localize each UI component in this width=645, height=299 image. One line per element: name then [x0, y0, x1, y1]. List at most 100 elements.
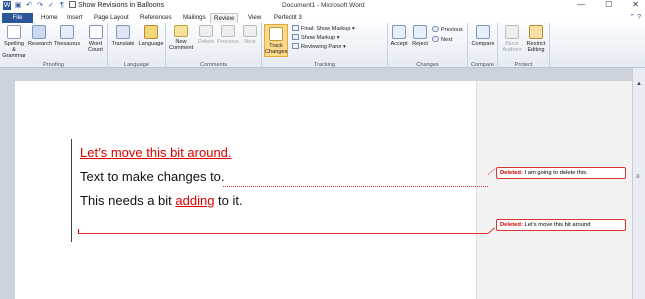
ribbon: Spelling & Grammar Research Thesaurus Wo… [0, 23, 645, 68]
final-show-markup-label: Final: Show Markup [301, 26, 351, 32]
deleted-balloon-2[interactable]: Deleted: Let’s move this bit around [496, 219, 626, 231]
language-icon [144, 25, 158, 39]
moved-deleted-text: Let’s move this bit around. [80, 145, 232, 160]
word-count-button[interactable]: Word Count [85, 25, 106, 53]
tab-perfectit[interactable]: Perfectit 3 [271, 13, 305, 23]
spelling-label: Spelling & Grammar [2, 41, 26, 59]
tab-home[interactable]: Home [38, 13, 61, 23]
balloon-1-label: Deleted: [500, 170, 523, 176]
group-compare: Compare Compare [468, 23, 498, 68]
reviewing-pane-label: Reviewing Pane [301, 44, 342, 50]
spellcheck-icon[interactable]: ✓ [47, 1, 55, 10]
accept-icon [392, 25, 406, 39]
compare-icon [476, 25, 490, 39]
spelling-grammar-button[interactable]: Spelling & Grammar [2, 25, 26, 59]
block-authors-icon [505, 25, 519, 39]
previous-change-label: Previous [441, 27, 463, 33]
balloon-2-text: Let’s move this bit around [524, 222, 591, 228]
track-changes-label: Track Changes [265, 43, 288, 55]
thesaurus-label: Thesaurus [53, 41, 81, 47]
help-icon[interactable]: ? [637, 14, 641, 21]
next-comment-button[interactable]: Next [241, 25, 259, 45]
minimize-button[interactable]: — [577, 0, 585, 9]
block-authors-label: Block Authors [502, 41, 522, 53]
change-bar [71, 139, 72, 242]
translate-button[interactable]: Translate [110, 25, 136, 47]
new-comment-icon [174, 25, 188, 37]
track-changes-icon [269, 27, 283, 41]
document-line-3[interactable]: This needs a bit adding to it. [80, 193, 243, 208]
next-comment-icon [243, 25, 257, 37]
reviewing-pane-dropdown[interactable]: Reviewing Pane ▾ [292, 43, 346, 50]
document-line-1[interactable]: Let’s move this bit around. [80, 145, 232, 160]
vertical-scrollbar[interactable]: ▲ ≡ [632, 68, 645, 299]
scroll-up-icon[interactable]: ▲ [636, 81, 642, 87]
tab-view[interactable]: View [245, 13, 264, 23]
group-protect: Block Authors Restrict Editing Protect [498, 23, 550, 68]
show-markup-icon [292, 34, 299, 40]
show-markup-label: Show Markup [301, 35, 336, 41]
block-authors-button[interactable]: Block Authors [500, 25, 524, 53]
new-comment-button[interactable]: New Comment [168, 25, 194, 51]
group-tracking: Track Changes Final: Show Markup ▾ Show … [262, 23, 388, 68]
line-2-text: Text to make changes to. [80, 169, 225, 184]
deleted-balloon-1[interactable]: Deleted: I am going to delete this. [496, 167, 626, 179]
research-button[interactable]: Research [28, 25, 52, 47]
paragraph-marks-icon[interactable]: ¶ [58, 1, 66, 10]
close-button[interactable]: ✕ [632, 0, 639, 9]
balloon-1-text: I am going to delete this. [524, 170, 588, 176]
tab-insert[interactable]: Insert [64, 13, 85, 23]
maximize-button[interactable]: ☐ [605, 0, 612, 9]
group-language: Translate Language Language [108, 23, 166, 68]
inserted-text: adding [175, 193, 215, 208]
tab-references[interactable]: References [137, 13, 175, 23]
show-revisions-in-balloons-checkbox[interactable]: Show Revisions in Balloons [69, 1, 164, 10]
language-button[interactable]: Language [137, 25, 165, 47]
display-for-review-icon [292, 25, 299, 31]
balloon-connector-2 [78, 233, 488, 234]
redo-icon[interactable]: ↷ [36, 1, 44, 10]
delete-comment-icon [199, 25, 213, 37]
next-change-button[interactable]: Next [432, 36, 453, 43]
research-icon [32, 25, 46, 39]
tab-file[interactable]: File [2, 13, 33, 23]
tab-review[interactable]: Review [210, 13, 239, 23]
reject-icon [413, 25, 427, 39]
word-app-icon[interactable]: W [3, 1, 11, 10]
previous-comment-button[interactable]: Previous [217, 25, 239, 45]
translate-label: Translate [111, 41, 135, 47]
tab-mailings[interactable]: Mailings [180, 13, 209, 23]
group-comments: New Comment Delete Previous Next Comment… [166, 23, 262, 68]
tab-page-layout[interactable]: Page Layout [91, 13, 132, 23]
track-changes-button[interactable]: Track Changes [264, 24, 288, 57]
next-comment-label: Next [244, 39, 256, 45]
show-markup-dropdown[interactable]: Show Markup ▾ [292, 34, 340, 41]
title-bar: W ▣ ↶ ↷ ✓ ¶ Show Revisions in Balloons D… [0, 0, 645, 12]
markup-area [476, 81, 632, 299]
thesaurus-button[interactable]: Thesaurus [52, 25, 82, 47]
delete-comment-button[interactable]: Delete [196, 25, 216, 45]
quick-access-toolbar: W ▣ ↶ ↷ ✓ ¶ Show Revisions in Balloons [3, 1, 164, 10]
reject-label: Reject [412, 41, 428, 47]
scroll-thumb-icon[interactable]: ≡ [636, 174, 640, 180]
word-count-icon [88, 25, 103, 39]
previous-comment-label: Previous [217, 39, 239, 45]
group-changes: Accept Reject Previous Next Changes [388, 23, 468, 68]
deletion-marker [78, 229, 79, 234]
accept-button[interactable]: Accept [388, 25, 410, 47]
balloon-2-label: Deleted: [500, 222, 523, 228]
next-change-icon [432, 36, 439, 42]
window-title: Document1 - Microsoft Word [282, 2, 365, 9]
minimize-ribbon-icon[interactable]: ⌃ [629, 14, 635, 21]
restrict-editing-icon [529, 25, 543, 39]
restrict-editing-label: Restrict Editing [526, 41, 546, 53]
restrict-editing-button[interactable]: Restrict Editing [524, 25, 548, 53]
reject-button[interactable]: Reject [410, 25, 430, 47]
previous-change-button[interactable]: Previous [432, 26, 463, 33]
save-icon[interactable]: ▣ [14, 1, 22, 10]
compare-button[interactable]: Compare [470, 25, 496, 47]
undo-icon[interactable]: ↶ [25, 1, 33, 10]
show-revisions-label: Show Revisions in Balloons [78, 2, 164, 9]
document-line-2[interactable]: Text to make changes to. [80, 169, 225, 184]
final-show-markup-dropdown[interactable]: Final: Show Markup ▾ [292, 25, 355, 32]
